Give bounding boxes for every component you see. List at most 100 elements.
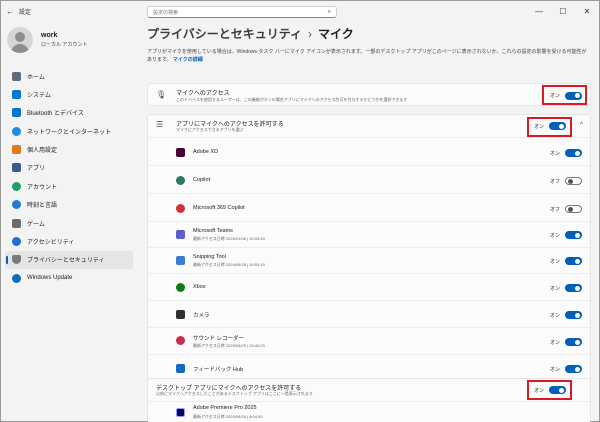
back-arrow-icon[interactable]: ← xyxy=(3,7,17,16)
app-state: オフ xyxy=(549,179,560,185)
app-name: サウンド レコーダー xyxy=(193,336,245,342)
app-row: Snipping Tool 最新アクセス日時 2024/09/28 | 18:5… xyxy=(148,247,590,273)
sidebar-item-bluetooth[interactable]: Bluetooth とデバイス xyxy=(5,104,133,122)
m365-copilot-icon xyxy=(176,204,185,213)
learn-more-link[interactable]: マイクの詳細 xyxy=(173,57,203,63)
bluetooth-icon xyxy=(12,108,21,118)
game-icon xyxy=(12,218,21,228)
chevron-up-icon[interactable]: ^ xyxy=(580,122,583,128)
app-state: オン xyxy=(549,259,560,265)
annotation-highlight-mic-toggle xyxy=(542,85,587,105)
profile-name: work xyxy=(41,32,58,39)
sidebar-item-accessibility[interactable]: アクセシビリティ xyxy=(5,233,133,251)
app-toggle[interactable] xyxy=(565,257,582,265)
desktop-access-card: デスクトップ アプリにマイクへのアクセスを許可する 以前にマイクへアクセスしたこ… xyxy=(147,378,591,422)
app-name: Microsoft 365 Copilot xyxy=(193,205,245,211)
settings-window: ← 設定 — ☐ ✕ work ローカル アカウント 設定の検索 ⌕ ホーム シ… xyxy=(0,0,600,422)
app-state: オン xyxy=(549,367,560,373)
desktop-access-header: デスクトップ アプリにマイクへのアクセスを許可する 以前にマイクへアクセスしたこ… xyxy=(148,379,590,401)
close-button[interactable]: ✕ xyxy=(575,1,599,21)
app-toggle[interactable] xyxy=(565,149,582,157)
brush-icon xyxy=(12,145,21,155)
feedback-hub-icon xyxy=(176,364,185,373)
adobe-xd-icon xyxy=(176,148,185,157)
sidebar-nav: ホーム システム Bluetooth とデバイス ネットワークとインターネット … xyxy=(5,67,133,288)
sidebar-item-label: ネットワークとインターネット xyxy=(27,129,112,136)
app-row: サウンド レコーダー 最新アクセス日時 2025/08/25 | 23:40:0… xyxy=(148,327,590,354)
avatar xyxy=(7,27,33,53)
apps-access-header[interactable]: ☰ アプリにマイクへのアクセスを許可する マイクにアクセスできるアプリを選ぶ オ… xyxy=(148,115,590,137)
user-profile[interactable]: work ローカル アカウント xyxy=(7,27,87,53)
sidebar-item-gaming[interactable]: ゲーム xyxy=(5,214,133,232)
app-name: Snipping Tool xyxy=(193,254,226,260)
list-icon: ☰ xyxy=(156,120,164,129)
sidebar-item-label: アプリ xyxy=(27,166,46,173)
minimize-button[interactable]: — xyxy=(527,1,551,21)
sidebar-item-label: プライバシーとセキュリティ xyxy=(27,258,105,265)
app-state: オン xyxy=(549,313,560,319)
app-last-access: 最新アクセス日時 2024/09/28 | 18:53:19 xyxy=(193,262,265,267)
sidebar-item-system[interactable]: システム xyxy=(5,85,133,103)
app-name: フィードバック Hub xyxy=(193,367,244,373)
settings-search-input[interactable]: 設定の検索 ⌕ xyxy=(147,6,337,18)
main-content: プライバシーとセキュリティ › マイク アプリがマイクを使用している場合は、Wind… xyxy=(141,21,597,422)
accessibility-icon xyxy=(12,237,21,247)
snipping-tool-icon xyxy=(176,256,185,265)
time-language-icon xyxy=(12,200,21,210)
home-icon xyxy=(12,71,21,81)
app-row: Xbox オン xyxy=(148,273,590,300)
update-icon xyxy=(12,273,21,283)
apps-icon xyxy=(12,163,21,173)
app-row: Microsoft 365 Copilot オフ xyxy=(148,193,590,221)
annotation-highlight-desktop-toggle xyxy=(527,380,572,400)
sidebar-item-label: システム xyxy=(27,92,51,99)
sidebar-item-label: Windows Update xyxy=(27,275,73,282)
sidebar-item-home[interactable]: ホーム xyxy=(5,67,133,85)
copilot-icon xyxy=(176,176,185,185)
page-title: マイク xyxy=(318,27,354,41)
microphone-icon: 🎙 xyxy=(156,90,167,99)
sidebar-item-privacy-security[interactable]: プライバシーとセキュリティ xyxy=(5,250,133,269)
app-toggle[interactable] xyxy=(565,365,582,373)
app-name: カメラ xyxy=(193,313,210,319)
app-toggle[interactable] xyxy=(565,205,582,213)
window-title: 設定 xyxy=(19,9,32,16)
app-row: Copilot オフ xyxy=(148,165,590,193)
sidebar-item-time-language[interactable]: 時刻と言語 xyxy=(5,196,133,214)
desktop-access-subtitle: 以前にマイクへアクセスしたことがあるデスクトップ アプリはここに一覧表示されます xyxy=(156,391,313,396)
xbox-icon xyxy=(176,283,185,292)
sidebar-item-label: 個人用設定 xyxy=(27,148,58,155)
sidebar-item-apps[interactable]: アプリ xyxy=(5,159,133,177)
account-icon xyxy=(12,181,21,191)
app-name: Microsoft Teams xyxy=(193,228,233,234)
app-name: Adobe XD xyxy=(193,149,219,155)
apps-access-subtitle: マイクにアクセスできるアプリを選ぶ xyxy=(176,127,244,132)
premiere-pro-icon xyxy=(176,408,185,417)
sidebar-item-label: アクセシビリティ xyxy=(27,240,75,247)
app-toggle[interactable] xyxy=(565,177,582,185)
app-row: カメラ オン xyxy=(148,300,590,327)
app-name: Xbox xyxy=(193,284,206,290)
sidebar-item-label: ホーム xyxy=(27,74,45,81)
app-toggle[interactable] xyxy=(565,284,582,292)
mic-access-title: マイクへのアクセス xyxy=(176,91,230,97)
sidebar-item-network[interactable]: ネットワークとインターネット xyxy=(5,122,133,140)
sidebar-item-personalization[interactable]: 個人用設定 xyxy=(5,141,133,159)
app-name: Copilot xyxy=(193,177,211,183)
app-state: オン xyxy=(549,340,560,346)
sidebar-item-accounts[interactable]: アカウント xyxy=(5,177,133,195)
maximize-button[interactable]: ☐ xyxy=(551,1,575,21)
app-toggle[interactable] xyxy=(565,231,582,239)
sidebar-item-label: Bluetooth とデバイス xyxy=(27,111,84,118)
breadcrumb-parent[interactable]: プライバシーとセキュリティ xyxy=(147,27,302,41)
search-placeholder: 設定の検索 xyxy=(153,9,179,16)
app-toggle[interactable] xyxy=(565,311,582,319)
app-row: フィードバック Hub オン xyxy=(148,354,590,381)
app-row: Microsoft Teams 最新アクセス日時 2025/01/08 | 15… xyxy=(148,221,590,247)
sidebar: work ローカル アカウント 設定の検索 ⌕ ホーム システム Bluetoo… xyxy=(1,6,337,421)
sidebar-item-windows-update[interactable]: Windows Update xyxy=(5,269,133,287)
app-toggle[interactable] xyxy=(565,338,582,346)
window-controls: — ☐ ✕ xyxy=(527,1,599,21)
camera-icon xyxy=(176,310,185,319)
mic-access-subtitle: このデバイスを使用するユーザーは、この機能がオンの場合アプリにマイクへのアクセス… xyxy=(176,97,408,102)
